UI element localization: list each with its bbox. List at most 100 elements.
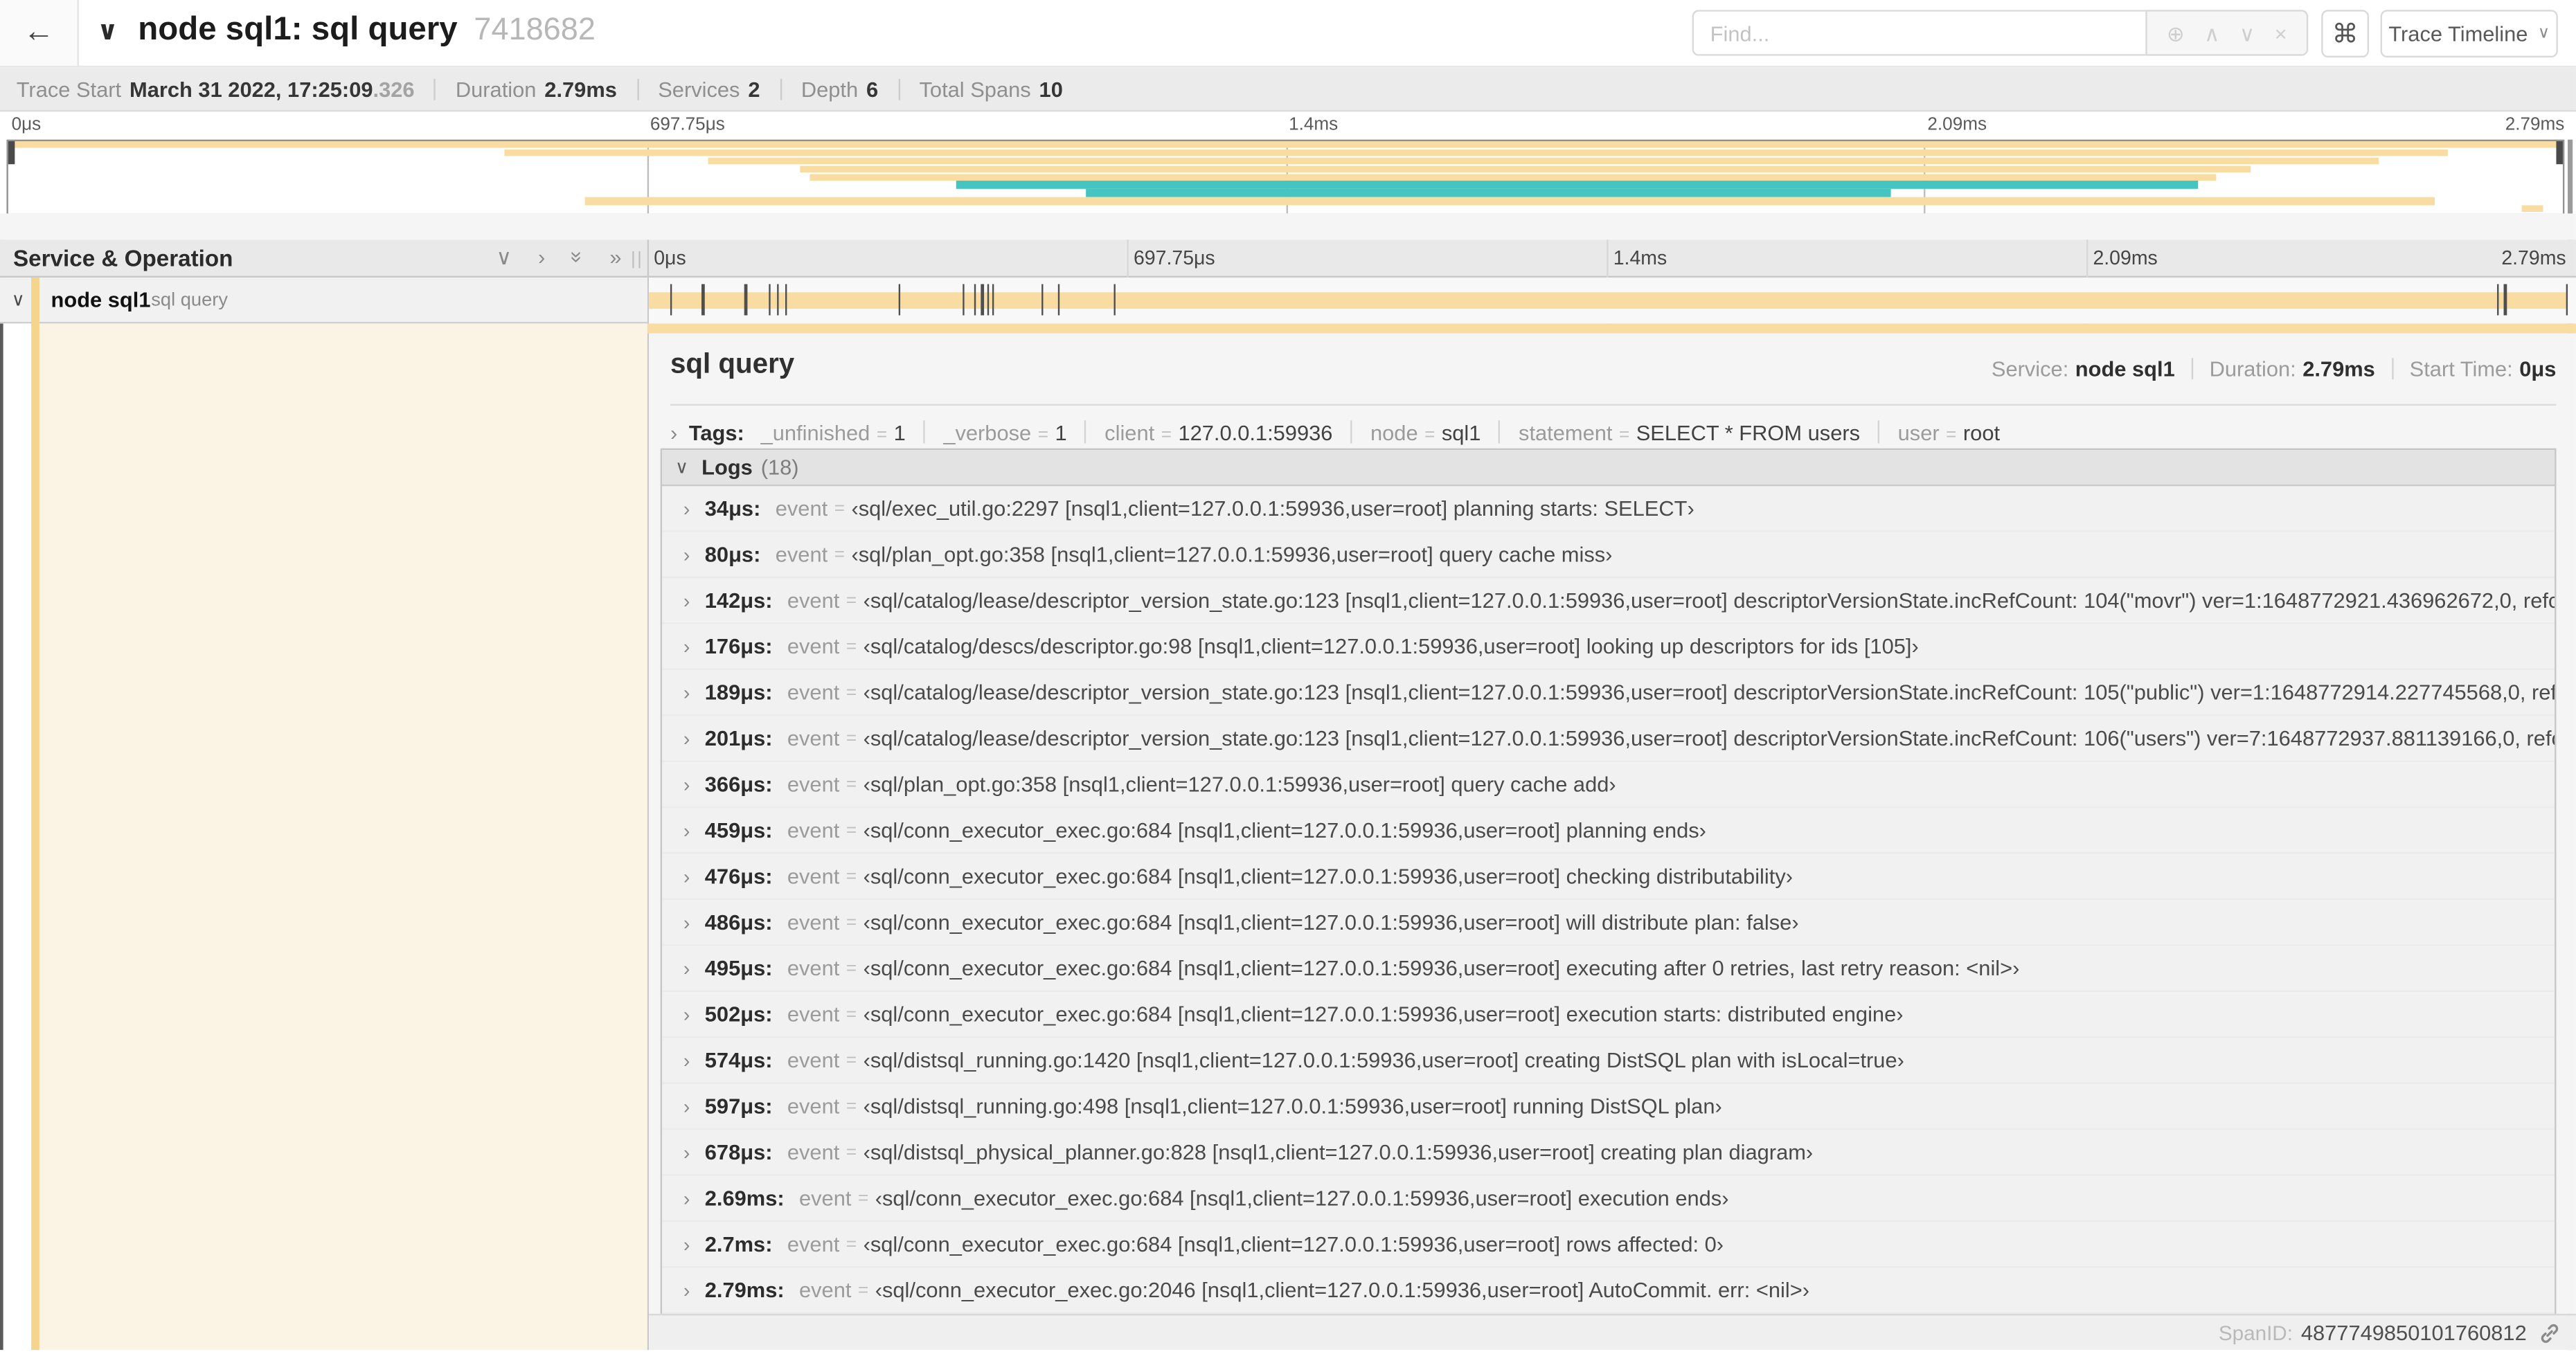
tag-value: 1: [893, 419, 906, 444]
locate-icon[interactable]: ⊕: [2167, 22, 2185, 44]
log-equals: =: [834, 544, 845, 564]
find-input[interactable]: [1692, 10, 2146, 56]
tags-row[interactable]: › Tags: _unfinished = 1 _verbose = 1 client = 12…: [670, 414, 2557, 450]
expand-all-icon[interactable]: »: [609, 246, 621, 268]
find-clear-icon[interactable]: ×: [2275, 22, 2287, 44]
log-entry-row[interactable]: › 495μs: event = ‹sql/conn_executor_exec.go:…: [662, 946, 2555, 992]
find-next-icon[interactable]: ∨: [2239, 22, 2255, 44]
tag-value: 1: [1055, 419, 1067, 444]
keyboard-shortcuts-button[interactable]: ⌘: [2321, 10, 2370, 58]
log-event-value: ‹sql/conn_executor_exec.go:684 [nsql1,cl…: [863, 910, 1799, 935]
summary-value: 6: [866, 76, 879, 101]
chevron-right-icon[interactable]: ›: [683, 497, 690, 520]
log-timestamp: 678μs:: [704, 1139, 773, 1165]
trace-collapse-icon[interactable]: ∨: [97, 15, 118, 47]
log-entry-row[interactable]: › 476μs: event = ‹sql/conn_executor_exec.go:…: [662, 854, 2555, 901]
timeline-minimap[interactable]: [6, 139, 2565, 215]
summary-label: Total Spans: [919, 76, 1031, 101]
expand-one-icon[interactable]: ›: [538, 246, 545, 268]
minimap-left-scrubber[interactable]: [8, 141, 15, 165]
chevron-right-icon[interactable]: ›: [683, 543, 690, 566]
span-duration-bar[interactable]: [649, 292, 2568, 309]
log-entry-row[interactable]: › 142μs: event = ‹sql/catalog/lease/descript…: [662, 578, 2555, 624]
chevron-right-icon[interactable]: ›: [683, 957, 690, 980]
spanid-value: 4877749850101760812: [2300, 1320, 2527, 1345]
log-timestamp: 34μs:: [704, 496, 761, 521]
log-equals: =: [846, 774, 857, 795]
tag-divider: [1350, 420, 1352, 444]
log-entry-row[interactable]: › 486μs: event = ‹sql/conn_executor_exec.go:…: [662, 900, 2555, 946]
log-rows: › 34μs: event = ‹sql/exec_util.go:2297 [nsql…: [662, 486, 2555, 1314]
chevron-right-icon[interactable]: ›: [683, 1232, 690, 1255]
log-entry-row[interactable]: › 366μs: event = ‹sql/plan_opt.go:358 [nsql1…: [662, 762, 2555, 809]
summary-divider: [897, 78, 900, 100]
log-event-value: ‹sql/distsql_running.go:498 [nsql1,clien…: [863, 1094, 1722, 1119]
tag-item: _unfinished = 1: [761, 419, 906, 444]
log-entry-row[interactable]: › 201μs: event = ‹sql/catalog/lease/descript…: [662, 716, 2555, 762]
detail-color-stripe: [31, 323, 39, 1351]
tag-value: sql1: [1441, 419, 1481, 444]
collapse-all-icon[interactable]: »: [565, 251, 590, 263]
view-dropdown[interactable]: Trace Timeline ∨: [2380, 10, 2558, 58]
log-entry-row[interactable]: › 189μs: event = ‹sql/catalog/lease/descript…: [662, 670, 2555, 716]
chevron-right-icon[interactable]: ›: [683, 910, 690, 933]
minimap-tick-label: 0μs: [11, 115, 42, 135]
span-row-timeline[interactable]: [649, 277, 2576, 324]
minimap-right-scrubber[interactable]: [2556, 141, 2563, 165]
collapse-one-icon[interactable]: ∨: [496, 246, 512, 268]
find-prev-icon[interactable]: ∧: [2204, 22, 2220, 44]
chevron-right-icon[interactable]: ›: [683, 680, 690, 703]
minimap-gap: [0, 213, 2576, 240]
chevron-right-icon[interactable]: ›: [683, 865, 690, 887]
log-entry-row[interactable]: › 678μs: event = ‹sql/distsql_physical_plann…: [662, 1130, 2555, 1176]
minimap-tick-labels: 0μs 697.75μs 1.4ms 2.09ms 2.79ms: [0, 111, 2576, 140]
command-icon: ⌘: [2332, 20, 2359, 48]
chevron-right-icon[interactable]: ›: [683, 819, 690, 842]
log-entry-row[interactable]: › 597μs: event = ‹sql/distsql_running.go:498…: [662, 1084, 2555, 1130]
chevron-right-icon[interactable]: ›: [683, 1141, 690, 1164]
trace-id: 7418682: [474, 12, 596, 48]
log-entry-row[interactable]: › 34μs: event = ‹sql/exec_util.go:2297 [nsql…: [662, 486, 2555, 532]
summary-label: Services: [658, 76, 740, 101]
minimap-tick-label: 1.4ms: [1289, 115, 1339, 135]
span-detail-header: sql query Service: node sql1 Duration: 2.79…: [670, 345, 2557, 397]
span-row[interactable]: ∨ node sql1 sql query: [0, 277, 647, 324]
chevron-right-icon[interactable]: ›: [670, 419, 677, 444]
chevron-right-icon[interactable]: ›: [683, 589, 690, 612]
link-icon[interactable]: [2538, 1321, 2561, 1344]
log-tick-mark: [785, 284, 788, 316]
tag-equals: =: [1618, 424, 1630, 444]
chevron-right-icon[interactable]: ›: [683, 1002, 690, 1025]
chevron-right-icon[interactable]: ›: [683, 1094, 690, 1117]
log-entry-row[interactable]: › 80μs: event = ‹sql/plan_opt.go:358 [nsql1,…: [662, 532, 2555, 579]
chevron-right-icon[interactable]: ›: [683, 773, 690, 795]
tag-divider: [1084, 420, 1087, 444]
log-tick-mark: [992, 284, 995, 316]
log-event-value: ‹sql/distsql_physical_planner.go:828 [ns…: [863, 1139, 1814, 1165]
log-timestamp: 201μs:: [704, 725, 773, 751]
tag-equals: =: [1161, 424, 1172, 444]
log-tick-mark: [963, 284, 965, 316]
chevron-right-icon[interactable]: ›: [683, 1279, 690, 1301]
log-event-value: ‹sql/exec_util.go:2297 [nsql1,client=127…: [851, 496, 1694, 521]
back-button[interactable]: ←: [0, 0, 79, 66]
log-equals: =: [846, 1004, 857, 1024]
log-entry-row[interactable]: › 2.79ms: event = ‹sql/conn_executor_exec.go…: [662, 1267, 2555, 1314]
tag-value: 127.0.0.1:59936: [1178, 419, 1333, 444]
log-entry-row[interactable]: › 176μs: event = ‹sql/catalog/descs/descript…: [662, 624, 2555, 670]
chevron-right-icon[interactable]: ›: [683, 727, 690, 750]
tag-item: _verbose = 1: [943, 419, 1066, 444]
log-entry-row[interactable]: › 2.7ms: event = ‹sql/conn_executor_exec.go:…: [662, 1222, 2555, 1268]
chevron-right-icon[interactable]: ›: [683, 1049, 690, 1072]
summary-label: Duration: [455, 76, 537, 101]
log-entry-row[interactable]: › 502μs: event = ‹sql/conn_executor_exec.go:…: [662, 992, 2555, 1038]
logs-header[interactable]: ∨ Logs (18): [662, 450, 2555, 487]
chevron-right-icon[interactable]: ›: [683, 635, 690, 658]
span-collapse-icon[interactable]: ∨: [12, 289, 25, 310]
log-entry-row[interactable]: › 459μs: event = ‹sql/conn_executor_exec.go:…: [662, 808, 2555, 854]
chevron-right-icon[interactable]: ›: [683, 1186, 690, 1209]
ruler-tick-label: 0μs: [654, 246, 686, 270]
log-entry-row[interactable]: › 2.69ms: event = ‹sql/conn_executor_exec.go…: [662, 1176, 2555, 1222]
log-entry-row[interactable]: › 574μs: event = ‹sql/distsql_running.go:142…: [662, 1038, 2555, 1084]
column-resize-grip[interactable]: ||: [631, 250, 643, 269]
